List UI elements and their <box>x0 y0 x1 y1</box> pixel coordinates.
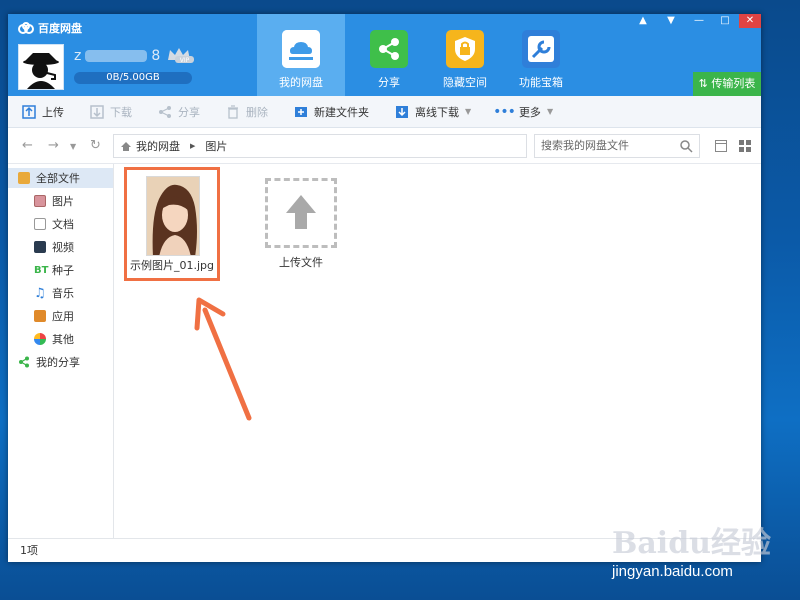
vip-badge[interactable]: VIP <box>166 46 196 67</box>
refresh-icon[interactable]: ↻ <box>90 138 101 153</box>
minimize-button[interactable]: — <box>688 14 710 28</box>
item-count: 1项 <box>20 544 38 557</box>
avatar[interactable] <box>18 44 64 90</box>
sidebar-item-music[interactable]: ♫ 音乐 <box>8 283 113 303</box>
breadcrumb: 我的网盘 ▶ 图片 <box>113 134 527 158</box>
offline-download-icon <box>396 105 408 118</box>
search-icon[interactable] <box>679 139 693 153</box>
image-icon <box>34 195 46 207</box>
folder-icon <box>18 172 30 184</box>
back-arrow-icon[interactable]: ← <box>22 138 33 153</box>
detective-avatar-icon <box>19 45 63 89</box>
username-blur <box>85 50 148 62</box>
upload-file-placeholder[interactable] <box>265 178 337 248</box>
history-chevron-icon[interactable]: ▼ <box>70 142 76 151</box>
new-folder-button[interactable]: 新建文件夹 <box>294 104 369 120</box>
upload-icon <box>22 104 36 119</box>
sidebar-item-documents[interactable]: 文档 <box>8 214 113 234</box>
app-icon <box>34 310 46 322</box>
breadcrumb-current[interactable]: 图片 <box>205 138 227 154</box>
cloud-logo-icon <box>18 22 34 34</box>
chevron-down-icon: ▼ <box>465 107 472 116</box>
username: z8 <box>74 48 161 64</box>
menu-chevron-icon[interactable]: ▼ <box>660 14 682 28</box>
breadcrumb-root[interactable]: 我的网盘 <box>136 138 180 154</box>
image-thumbnail <box>146 176 200 256</box>
tab-my-netdisk[interactable]: 我的网盘 <box>257 14 345 96</box>
app-logo: 百度网盘 <box>18 20 82 36</box>
vip-text: VIP <box>180 57 190 64</box>
trash-icon <box>228 104 238 119</box>
cloud-disk-icon <box>282 30 320 68</box>
baidu-netdisk-window: 百度网盘 z8 VIP 0B/5.00GB 我的网盘 分享 隐藏空间 功能宝箱 … <box>8 14 761 562</box>
offline-download-button[interactable]: 离线下载 ▼ <box>395 104 471 120</box>
file-item[interactable]: 示例图片_01.jpg <box>124 167 220 281</box>
music-note-icon: ♫ <box>34 285 46 301</box>
sidebar: 全部文件 图片 文档 视频 BT 种子 ♫ 音乐 应用 其他 我的分享 <box>8 164 114 538</box>
forward-arrow-icon[interactable]: → <box>48 138 59 153</box>
sidebar-item-torrents[interactable]: BT 种子 <box>8 260 113 280</box>
sidebar-item-all-files[interactable]: 全部文件 <box>8 168 113 188</box>
sidebar-item-videos[interactable]: 视频 <box>8 237 113 257</box>
sidebar-item-images[interactable]: 图片 <box>8 191 113 211</box>
list-view-icon[interactable] <box>715 140 727 152</box>
lock-icon <box>446 30 484 68</box>
document-icon <box>34 218 46 230</box>
tab-hidden-space[interactable]: 隐藏空间 <box>421 14 509 96</box>
file-area: 示例图片_01.jpg 上传文件 <box>115 164 761 538</box>
sidebar-item-apps[interactable]: 应用 <box>8 306 113 326</box>
quota-bar: 0B/5.00GB <box>74 72 192 84</box>
annotation-arrow <box>194 297 252 421</box>
transfer-icon: ⇅ <box>698 77 712 90</box>
wrench-icon <box>522 30 560 68</box>
sidebar-item-others[interactable]: 其他 <box>8 329 113 349</box>
share-small-icon <box>19 356 29 368</box>
home-icon[interactable] <box>120 141 132 152</box>
app-title: 百度网盘 <box>38 22 82 35</box>
transfer-list-button[interactable]: ⇅ 传输列表 <box>693 72 761 96</box>
notification-icon[interactable]: ▲ <box>632 14 654 28</box>
maximize-button[interactable]: □ <box>714 14 736 28</box>
more-dots-icon: ••• <box>493 103 516 120</box>
delete-button[interactable]: 删除 <box>226 104 268 120</box>
chevron-down-icon: ▼ <box>546 107 554 116</box>
download-icon <box>90 104 104 119</box>
grid-view-icon[interactable] <box>739 140 751 152</box>
sidebar-item-my-shares[interactable]: 我的分享 <box>8 352 113 372</box>
share-button[interactable]: 分享 <box>158 104 200 120</box>
upload-file-label: 上传文件 <box>279 256 323 269</box>
close-button[interactable]: ✕ <box>739 14 761 28</box>
header-bar: 百度网盘 z8 VIP 0B/5.00GB 我的网盘 分享 隐藏空间 功能宝箱 … <box>8 14 761 96</box>
address-bar: ← → ▼ ↻ 我的网盘 ▶ 图片 搜索我的网盘文件 <box>8 128 761 164</box>
video-icon <box>34 241 46 253</box>
search-input[interactable]: 搜索我的网盘文件 <box>534 134 700 158</box>
upload-button[interactable]: 上传 <box>22 104 64 120</box>
watermark-url: jingyan.baidu.com <box>612 563 733 580</box>
breadcrumb-separator-icon: ▶ <box>190 142 196 150</box>
baidu-jingyan-watermark: Baidu经验 <box>612 526 771 561</box>
share-icon <box>370 30 408 68</box>
download-button[interactable]: 下载 <box>90 104 132 120</box>
tab-share[interactable]: 分享 <box>345 14 433 96</box>
new-folder-icon <box>295 106 307 117</box>
upload-arrow-icon <box>286 195 316 229</box>
file-name: 示例图片_01.jpg <box>129 259 214 272</box>
crown-icon: VIP <box>168 48 194 64</box>
bt-icon: BT <box>34 264 49 276</box>
others-pinwheel-icon <box>34 333 46 345</box>
tab-toolbox[interactable]: 功能宝箱 <box>497 14 585 96</box>
more-button[interactable]: ••• 更多 ▼ <box>493 104 553 120</box>
toolbar: 上传 下载 分享 删除 新建文件夹 离线下载 ▼ ••• 更多 ▼ <box>8 96 761 128</box>
share-small-icon <box>159 105 171 118</box>
